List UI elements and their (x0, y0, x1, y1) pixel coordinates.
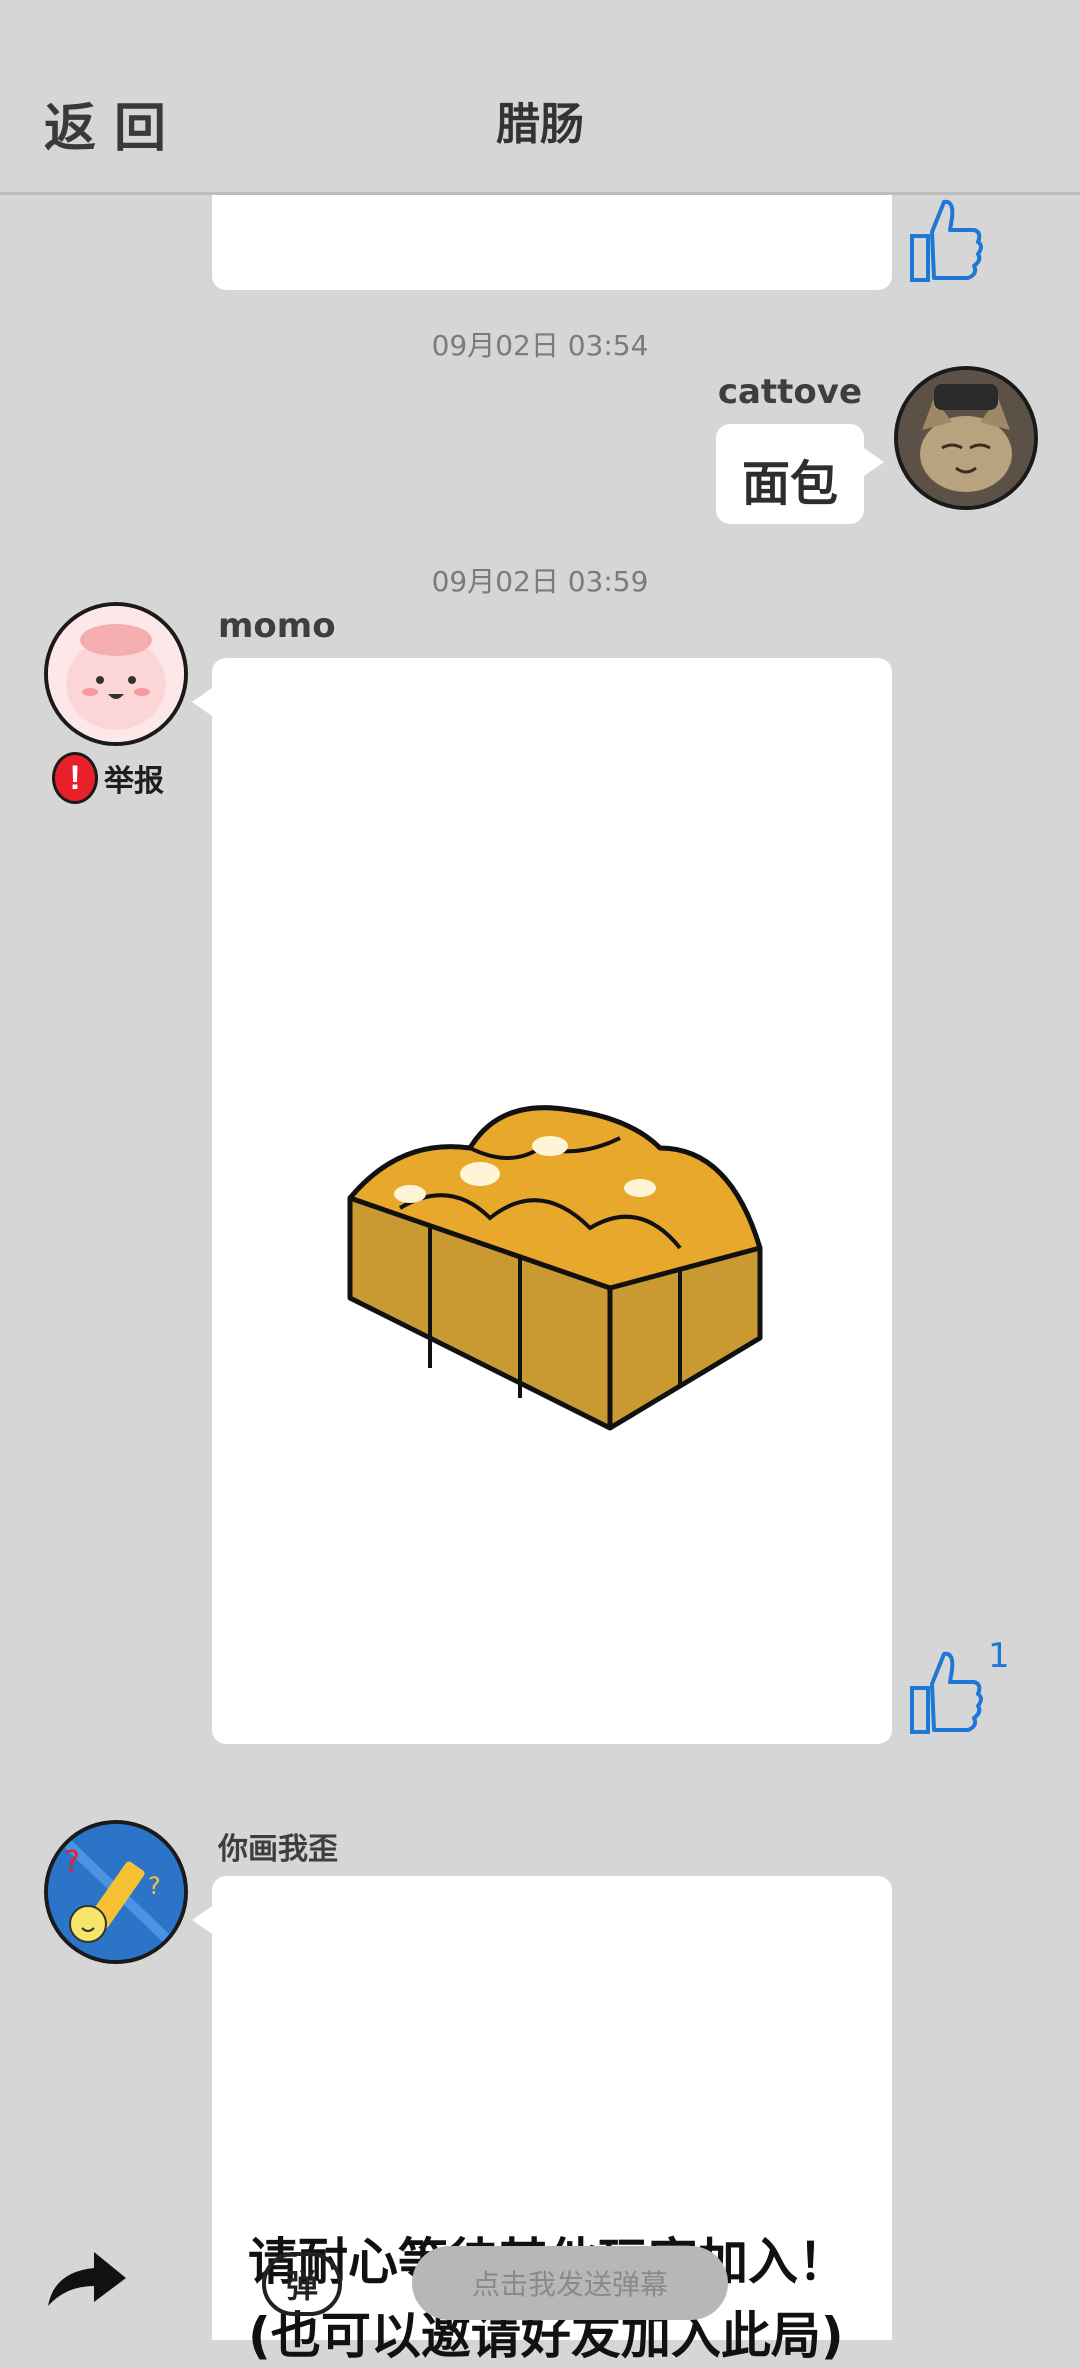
page-title: 腊肠 (496, 99, 584, 150)
user-avatar[interactable]: ? ? (44, 1820, 188, 1964)
exclamation-icon: ! (52, 752, 98, 804)
message-timestamp: 09月02日 03:54 (431, 329, 649, 362)
user-avatar[interactable] (894, 366, 1038, 510)
svg-text:?: ? (64, 1845, 80, 1880)
bread-drawing (347, 1105, 763, 1431)
user-avatar[interactable] (44, 602, 188, 746)
top-bar: 返回 腊肠 (0, 0, 1080, 195)
danmaku-placeholder: 点击我发送弹幕 (471, 2268, 668, 2301)
danmaku-icon-label: 弹 (285, 2268, 318, 2304)
thumbs-up-icon[interactable] (904, 196, 986, 289)
bubble-tail (192, 1906, 212, 1934)
svg-text:?: ? (148, 1872, 161, 1900)
bubble-tail (192, 688, 212, 716)
message-timestamp: 09月02日 03:59 (431, 565, 649, 598)
pencil-avatar-icon: ? ? (48, 1824, 184, 1960)
drawing-card[interactable] (212, 658, 892, 1744)
thumbs-up-icon[interactable] (904, 1648, 986, 1741)
report-button[interactable]: ! 举报 (52, 752, 164, 804)
message-username: 你画我歪 (218, 1832, 338, 1867)
message-text: 面包 (741, 456, 838, 512)
text-message-bubble: 面包 (716, 424, 864, 524)
cat-avatar-icon (898, 370, 1034, 506)
share-arrow-icon (48, 2252, 126, 2306)
like-count: 1 (988, 1636, 1010, 1676)
message-username: cattove (717, 372, 862, 412)
bubble-tail (864, 448, 884, 476)
pink-blob-avatar-icon (48, 606, 184, 742)
share-button[interactable] (44, 2248, 128, 2315)
report-label: 举报 (104, 764, 164, 799)
message-username: momo (218, 606, 336, 646)
danmaku-input[interactable]: 点击我发送弹幕 (412, 2246, 728, 2320)
danmaku-toggle-button[interactable]: 弹 (262, 2252, 342, 2316)
